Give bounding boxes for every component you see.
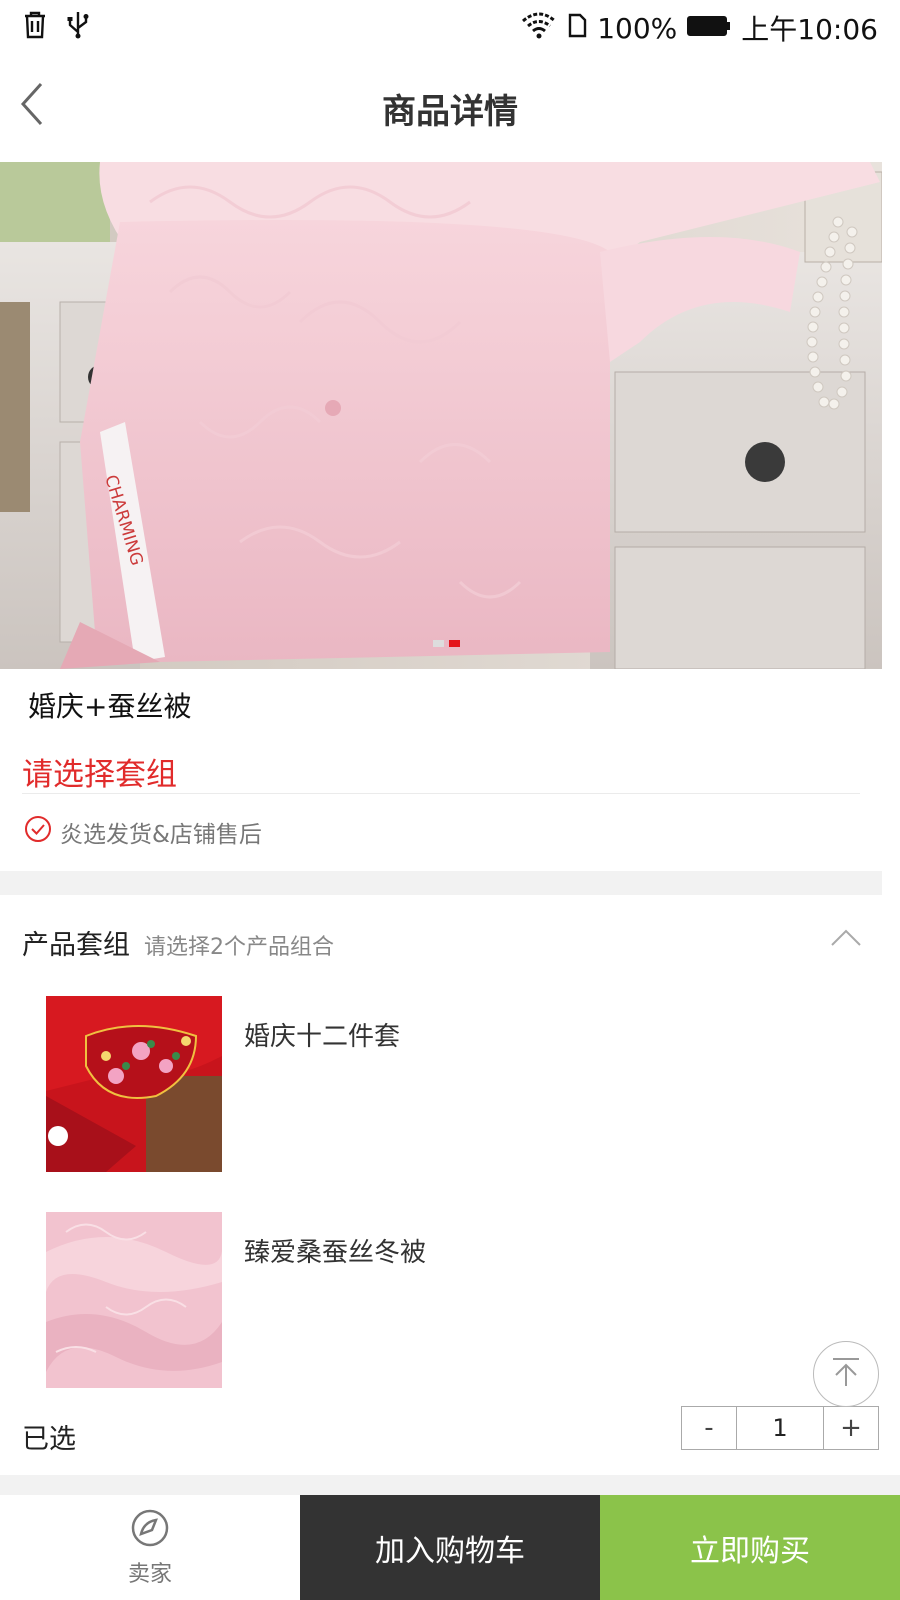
scroll-to-top-button[interactable] (813, 1341, 879, 1407)
service-text: 炎选发货&店铺售后 (60, 822, 262, 848)
section-separator (0, 1475, 900, 1495)
quantity-plus-button[interactable]: + (824, 1407, 878, 1449)
service-guarantee: 炎选发货&店铺售后 (24, 815, 262, 849)
header: 商品详情 (0, 52, 900, 162)
bottom-action-bar: 卖家 加入购物车 立即购买 (0, 1495, 900, 1600)
bundle-item[interactable]: 婚庆十二件套 (46, 996, 846, 1172)
arrow-up-to-top-icon (829, 1355, 863, 1393)
divider (22, 793, 860, 794)
bundle-thumbnail (46, 1212, 222, 1388)
bundle-title: 产品套组 (22, 930, 130, 961)
bundle-item[interactable]: 臻爱桑蚕丝冬被 (46, 1212, 846, 1388)
wifi-icon (521, 11, 557, 46)
bundle-hint: 请选择2个产品组合 (144, 935, 334, 960)
usb-icon (66, 10, 90, 44)
product-photo: CHARMING (0, 162, 882, 669)
select-bundle-prompt[interactable]: 请选择套组 (22, 749, 177, 794)
battery-icon (687, 12, 731, 45)
page-title: 商品详情 (382, 92, 518, 132)
check-circle-icon (24, 815, 52, 849)
trash-icon (22, 10, 48, 44)
section-separator (0, 871, 882, 895)
carousel-dot (433, 640, 444, 647)
product-image-carousel[interactable]: CHARMING (0, 162, 882, 669)
seller-label: 卖家 (127, 1561, 172, 1587)
add-to-cart-button[interactable]: 加入购物车 (300, 1495, 600, 1600)
quantity-stepper: - 1 + (681, 1406, 879, 1450)
seller-button[interactable]: 卖家 (0, 1495, 300, 1600)
bundle-section: 产品套组 请选择2个产品组合 婚庆十二件套 臻爱桑蚕丝冬被 已选 - 1 + (0, 895, 882, 1475)
bundle-thumbnail (46, 996, 222, 1172)
chevron-up-icon (828, 929, 864, 953)
carousel-indicator (433, 640, 460, 647)
selected-label: 已选 (22, 1424, 76, 1455)
collapse-button[interactable] (828, 925, 864, 953)
buy-now-button[interactable]: 立即购买 (600, 1495, 900, 1600)
quantity-minus-button[interactable]: - (682, 1407, 736, 1449)
quantity-value[interactable]: 1 (736, 1407, 824, 1449)
sim-icon (567, 11, 587, 46)
product-title: 婚庆+蚕丝被 (28, 690, 192, 723)
product-info: 婚庆+蚕丝被 请选择套组 炎选发货&店铺售后 (0, 669, 882, 871)
bundle-item-name: 婚庆十二件套 (244, 1022, 401, 1052)
seller-icon (130, 1508, 170, 1552)
bundle-item-name: 臻爱桑蚕丝冬被 (244, 1238, 427, 1268)
clock: 上午10:06 (741, 13, 878, 46)
battery-percent: 100% (597, 11, 678, 45)
status-bar: 100% 上午10:06 (0, 0, 900, 52)
carousel-dot-active (449, 640, 460, 647)
